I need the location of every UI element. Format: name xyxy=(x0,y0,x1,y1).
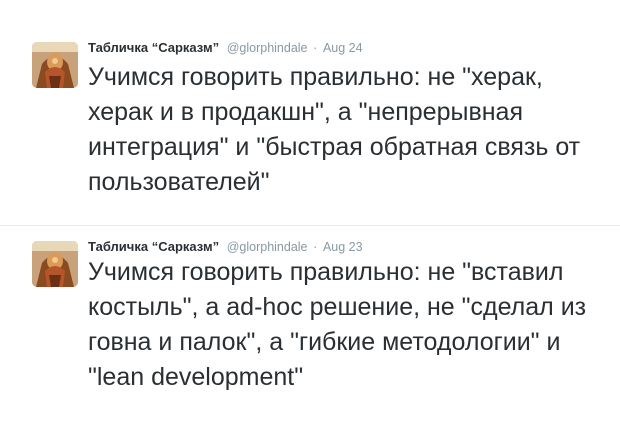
separator: · xyxy=(313,41,318,55)
tweet: Табличка “Сарказм” @glorphindale · Aug 2… xyxy=(0,227,620,430)
tweet-text: Учимся говорить правильно: не "херак, хе… xyxy=(88,63,581,196)
author-username[interactable]: @glorphindale xyxy=(227,41,308,55)
tweet-text: Учимся говорить правильно: не "вставил к… xyxy=(88,258,587,391)
author-name[interactable]: Табличка “Сарказм” xyxy=(88,40,219,55)
tweet-header: Табличка “Сарказм” @glorphindale · Aug 2… xyxy=(88,239,363,255)
separator: · xyxy=(313,240,318,254)
tweet: Табличка “Сарказм” @glorphindale · Aug 2… xyxy=(0,0,620,226)
author-name[interactable]: Табличка “Сарказм” xyxy=(88,239,219,254)
user-avatar-icon[interactable] xyxy=(32,241,78,287)
tweet-timestamp[interactable]: Aug 24 xyxy=(323,41,363,55)
tweet-timestamp[interactable]: Aug 23 xyxy=(323,240,363,254)
user-avatar-icon[interactable] xyxy=(32,42,78,88)
author-username[interactable]: @glorphindale xyxy=(227,240,308,254)
tweet-header: Табличка “Сарказм” @glorphindale · Aug 2… xyxy=(88,40,363,56)
